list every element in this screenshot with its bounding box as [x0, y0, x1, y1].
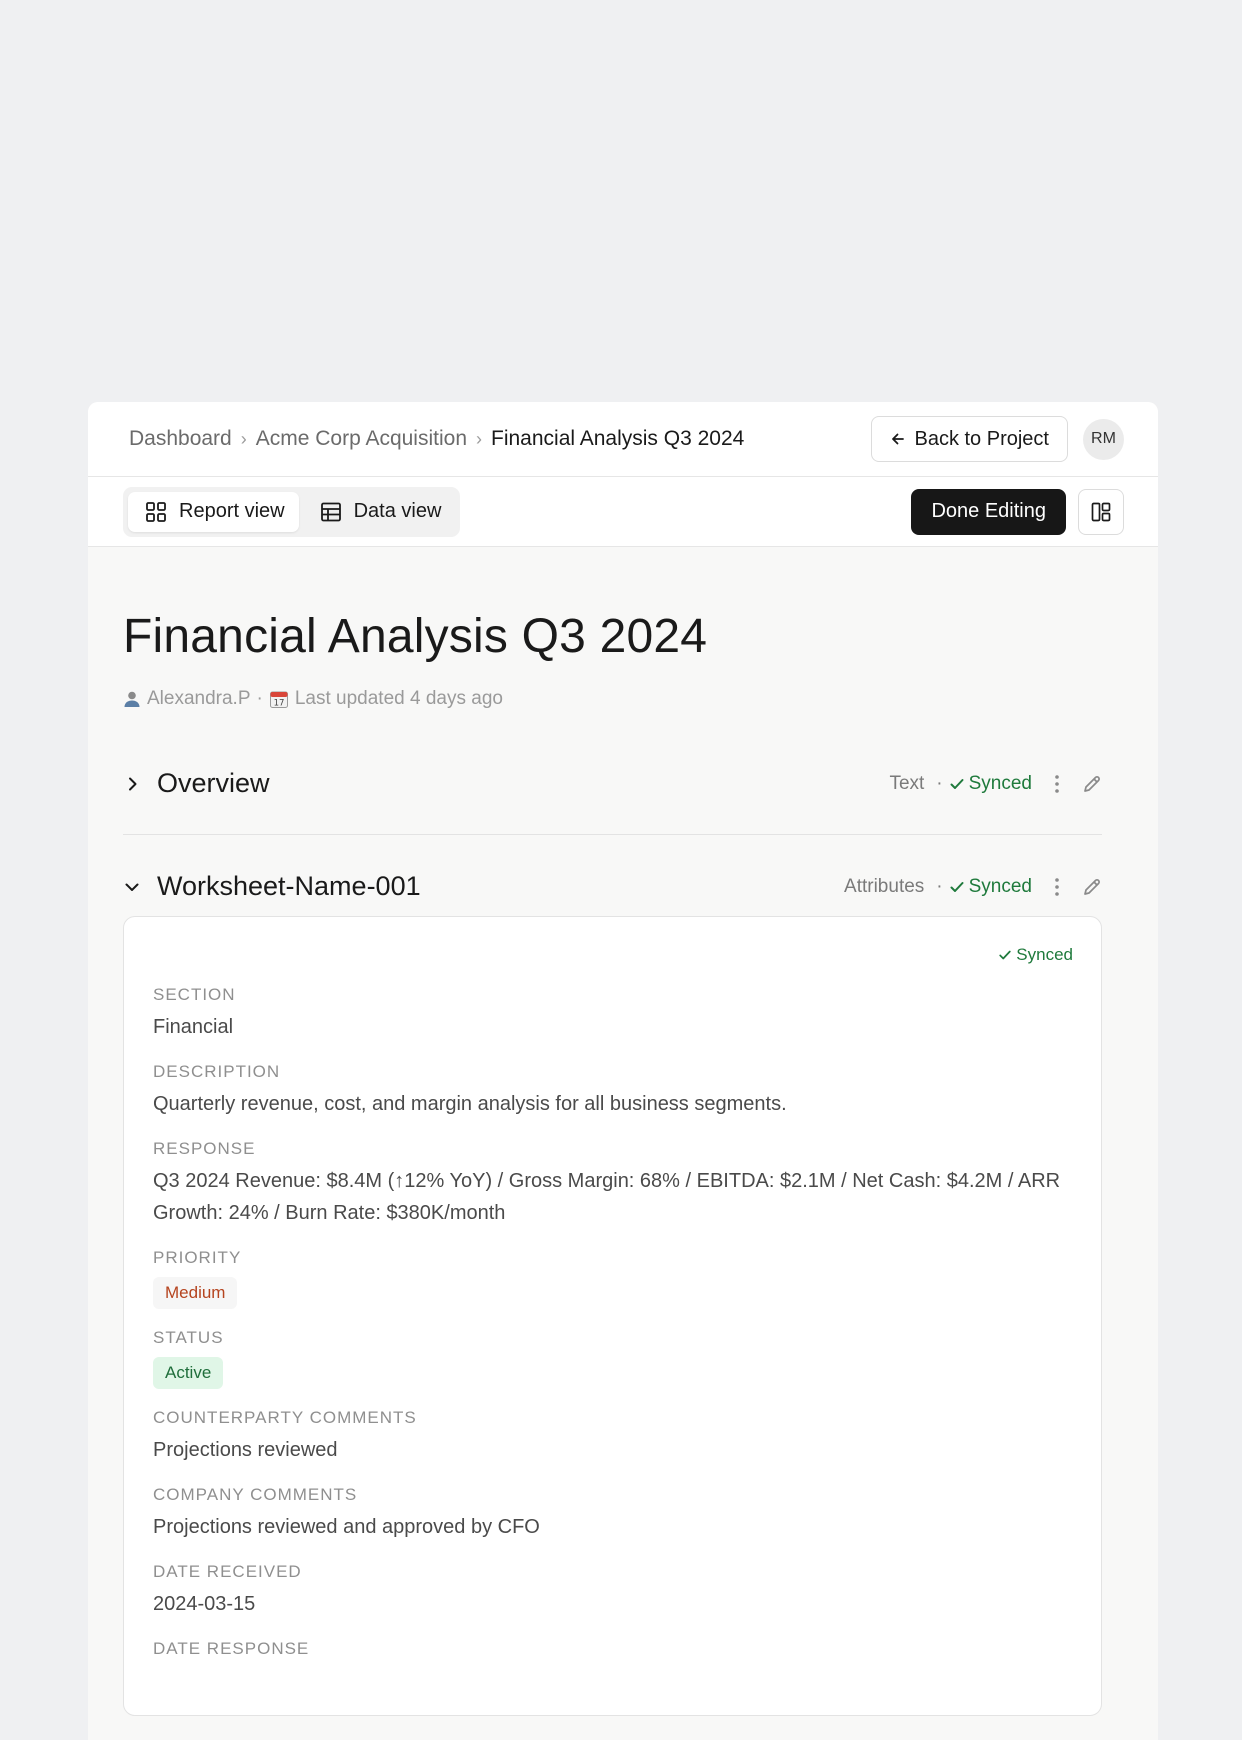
check-icon	[950, 778, 964, 789]
top-bar: Dashboard › Acme Corp Acquisition › Fina…	[88, 402, 1158, 477]
section-worksheet-header[interactable]: Worksheet-Name-001 Attributes · Synced	[123, 866, 1102, 908]
field-label-section: SECTION	[153, 984, 236, 1004]
field-value-counterparty-comments[interactable]: Projections reviewed	[153, 1434, 1073, 1466]
section-overview-status: Synced	[949, 773, 1032, 795]
field-label-company-comments: COMPANY COMMENTS	[153, 1484, 358, 1504]
chevron-down-icon[interactable]	[123, 878, 157, 896]
done-editing-button[interactable]: Done Editing	[911, 488, 1066, 535]
chevron-right-icon: ›	[476, 428, 482, 449]
section-worksheet-title: Worksheet-Name-001	[157, 871, 421, 902]
card-sync-status: Synced	[153, 945, 1073, 965]
field-label-date-received: DATE RECEIVED	[153, 1561, 302, 1581]
field-value-section[interactable]: Financial	[153, 1011, 1073, 1043]
chevron-right-icon: ›	[240, 428, 247, 449]
pencil-icon[interactable]	[1082, 774, 1102, 794]
layout-icon	[1091, 502, 1111, 521]
check-icon	[999, 950, 1011, 960]
section-overview-status-label: Synced	[968, 772, 1032, 794]
svg-text:17: 17	[273, 698, 284, 708]
app-window: Dashboard › Acme Corp Acquisition › Fina…	[88, 402, 1158, 1740]
report-content: Financial Analysis Q3 2024 Alexandra.P ·…	[88, 610, 1158, 1716]
field-value-company-comments[interactable]: Projections reviewed and approved by CFO	[153, 1511, 1073, 1543]
view-toolbar: Report view Data view Done Editing	[88, 477, 1158, 547]
chevron-right-icon[interactable]	[123, 775, 157, 793]
section-overview-title: Overview	[157, 768, 270, 799]
author-name: Alexandra.P	[147, 687, 251, 709]
grid-icon	[146, 501, 166, 522]
tab-data-view[interactable]: Data view	[303, 492, 456, 532]
back-to-project-label: Back to Project	[914, 427, 1049, 450]
field-value-response[interactable]: Q3 2024 Revenue: $8.4M (↑12% YoY) / Gros…	[153, 1165, 1073, 1229]
table-icon	[320, 502, 341, 521]
avatar[interactable]: RM	[1083, 418, 1124, 460]
view-switcher: Report view Data view	[123, 486, 461, 537]
field-label-description: DESCRIPTION	[153, 1061, 281, 1081]
back-to-project-button[interactable]: Back to Project	[871, 416, 1068, 462]
worksheet-card: Synced SECTION Financial DESCRIPTION Qua…	[123, 915, 1102, 1716]
tab-report-view-label: Report view	[179, 500, 285, 522]
kebab-icon[interactable]	[1054, 877, 1060, 897]
check-icon	[950, 881, 964, 892]
tab-data-view-label: Data view	[353, 500, 442, 522]
meta-separator: ·	[256, 687, 263, 709]
user-icon	[124, 691, 140, 707]
pencil-icon[interactable]	[1082, 877, 1102, 897]
breadcrumb-item-project[interactable]: Acme Corp Acquisition	[256, 427, 467, 451]
calendar-icon: 17	[269, 691, 288, 708]
section-worksheet-type: Attributes	[844, 875, 925, 897]
priority-badge-wrap: Medium	[153, 1268, 1073, 1309]
field-value-date-received[interactable]: 2024-03-15	[153, 1588, 1073, 1620]
status-badge[interactable]: Active	[153, 1356, 224, 1389]
type-separator: ·	[936, 772, 943, 794]
page-meta: Alexandra.P · 17 Last updated 4 days ago	[123, 688, 1102, 710]
field-label-priority: PRIORITY	[153, 1247, 242, 1267]
section-worksheet-status-label: Synced	[968, 875, 1032, 897]
card-sync-label: Synced	[1016, 944, 1073, 964]
breadcrumb-current: Financial Analysis Q3 2024	[491, 427, 745, 450]
breadcrumb-item-dashboard[interactable]: Dashboard	[129, 427, 232, 451]
type-separator: ·	[936, 875, 943, 897]
last-updated: Last updated 4 days ago	[294, 687, 503, 709]
field-label-date-response: DATE RESPONSE	[153, 1638, 310, 1658]
priority-badge[interactable]: Medium	[153, 1276, 238, 1309]
section-worksheet-status: Synced	[949, 876, 1032, 898]
status-badge-wrap: Active	[153, 1348, 1073, 1389]
arrow-left-icon	[892, 433, 905, 445]
section-overview-type: Text	[889, 772, 925, 794]
page-title: Financial Analysis Q3 2024	[123, 610, 708, 663]
field-value-description[interactable]: Quarterly revenue, cost, and margin anal…	[153, 1088, 1073, 1120]
section-divider	[123, 833, 1102, 835]
kebab-icon[interactable]	[1054, 774, 1060, 794]
field-label-response: RESPONSE	[153, 1138, 256, 1158]
layout-toggle-button[interactable]	[1078, 488, 1124, 535]
tab-report-view[interactable]: Report view	[128, 491, 299, 532]
field-label-counterparty-comments: COUNTERPARTY COMMENTS	[153, 1407, 417, 1427]
section-overview-header[interactable]: Overview Text · Synced	[123, 763, 1102, 805]
breadcrumb: Dashboard › Acme Corp Acquisition › Fina…	[129, 427, 871, 451]
field-label-status: STATUS	[153, 1327, 224, 1347]
